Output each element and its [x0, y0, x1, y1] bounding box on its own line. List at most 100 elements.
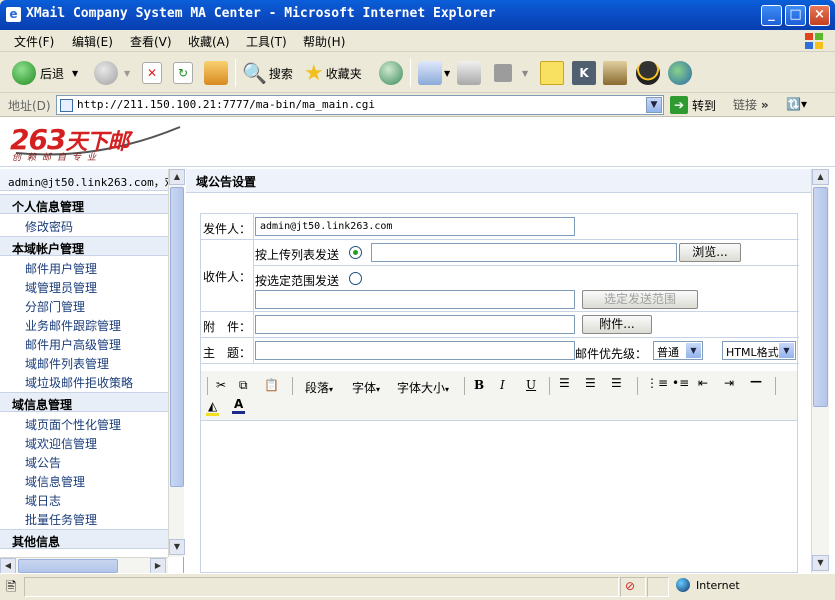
- sidebar-item-domain-admins[interactable]: 域管理员管理: [25, 279, 97, 296]
- menu-tools[interactable]: 工具(T): [246, 33, 287, 50]
- align-left-icon[interactable]: ☰: [559, 376, 570, 390]
- sidebar-item-domain-info[interactable]: 域信息管理: [25, 473, 85, 490]
- history-button[interactable]: [379, 60, 403, 86]
- bold-icon[interactable]: B: [474, 378, 484, 392]
- mail-button[interactable]: ▼: [418, 60, 450, 86]
- sidebar-item-domain-announcement[interactable]: 域公告: [25, 454, 61, 471]
- main-scroll-thumb[interactable]: [813, 187, 828, 407]
- back-arrow-icon: [12, 61, 36, 85]
- ordered-list-icon[interactable]: ⋮≡: [646, 376, 668, 390]
- editor-content-area[interactable]: [201, 422, 797, 572]
- radio-select-range[interactable]: [349, 272, 362, 285]
- edit-button[interactable]: ▼: [494, 60, 528, 86]
- radio-upload-list[interactable]: [349, 246, 362, 259]
- menu-file[interactable]: 文件(F): [14, 33, 54, 50]
- scroll-left-icon[interactable]: ◀: [0, 558, 16, 574]
- back-dropdown-icon[interactable]: ▼: [72, 69, 78, 78]
- menu-help[interactable]: 帮助(H): [303, 33, 345, 50]
- italic-icon[interactable]: I: [500, 378, 505, 392]
- address-dropdown-icon[interactable]: ▼: [646, 97, 662, 113]
- outdent-icon[interactable]: ⇤: [698, 376, 708, 390]
- sidebar-section-other[interactable]: 其他信息: [0, 529, 168, 549]
- cut-icon[interactable]: ✂: [216, 378, 226, 392]
- subject-field[interactable]: [255, 341, 575, 360]
- sender-field[interactable]: admin@jt50.link263.com: [255, 217, 575, 236]
- sidebar-item-mail-tracking[interactable]: 业务邮件跟踪管理: [25, 317, 121, 334]
- scroll-up-icon[interactable]: ▲: [169, 169, 185, 185]
- scroll-down-icon[interactable]: ▼: [812, 555, 829, 571]
- page-title: 域公告设置: [186, 169, 811, 193]
- favorites-button[interactable]: ★ 收藏夹: [304, 60, 362, 86]
- messenger-button[interactable]: [668, 60, 692, 86]
- mail-dropdown-icon[interactable]: ▼: [444, 69, 450, 78]
- sidebar-item-domain-log[interactable]: 域日志: [25, 492, 61, 509]
- sidebar-item-welcome-letter[interactable]: 域欢迎信管理: [25, 435, 97, 452]
- font-size-dropdown[interactable]: 字体大小▾: [397, 379, 449, 396]
- align-center-icon[interactable]: ☰: [585, 376, 596, 390]
- sidebar-item-mail-users[interactable]: 邮件用户管理: [25, 260, 97, 277]
- sidebar-item-mail-users-advanced[interactable]: 邮件用户高级管理: [25, 336, 121, 353]
- research-button[interactable]: [603, 60, 627, 86]
- refresh-button[interactable]: ↻: [173, 60, 193, 86]
- back-button[interactable]: 后退 ▼: [12, 60, 78, 86]
- menu-view[interactable]: 查看(V): [130, 33, 172, 50]
- home-button[interactable]: [204, 60, 228, 86]
- align-right-icon[interactable]: ☰: [611, 376, 622, 390]
- main-vertical-scrollbar[interactable]: ▲ ▼: [811, 169, 829, 573]
- sidebar-hscroll-thumb[interactable]: [18, 559, 118, 573]
- sidebar-section-domain-info[interactable]: 域信息管理: [0, 392, 168, 412]
- sidebar-scroll-thumb[interactable]: [170, 187, 184, 487]
- upload-file-field[interactable]: [371, 243, 677, 262]
- underline-icon[interactable]: U: [526, 378, 536, 392]
- kk-button[interactable]: K: [572, 60, 596, 86]
- close-button[interactable]: ×: [809, 5, 830, 26]
- sidebar-item-change-password[interactable]: 修改密码: [25, 218, 73, 235]
- browse-button[interactable]: 浏览...: [679, 243, 741, 262]
- paste-icon[interactable]: 📋: [264, 378, 279, 392]
- highlight-color-icon[interactable]: ◭: [206, 399, 220, 416]
- sidebar-item-spam-policy[interactable]: 域垃圾邮件拒收策略: [25, 374, 133, 391]
- priority-select[interactable]: 普通 ▼: [653, 341, 703, 360]
- scroll-up-icon[interactable]: ▲: [812, 169, 829, 185]
- go-button[interactable]: ➔ 转到: [670, 96, 716, 114]
- sidebar-section-personal[interactable]: 个人信息管理: [0, 194, 168, 214]
- address-input[interactable]: http://211.150.100.21:7777/ma-bin/ma_mai…: [56, 95, 664, 115]
- font-color-icon[interactable]: A: [232, 397, 246, 414]
- page-icon: [60, 99, 73, 112]
- attachment-button[interactable]: 附件...: [582, 315, 652, 334]
- window-title-bar[interactable]: e XMail Company System MA Center - Micro…: [0, 0, 835, 30]
- sidebar-horizontal-scrollbar[interactable]: ◀ ▶: [0, 557, 168, 574]
- minimize-button[interactable]: _: [761, 5, 782, 26]
- search-button[interactable]: 🔍 搜索: [242, 60, 293, 86]
- qq-button[interactable]: [636, 60, 660, 86]
- indent-icon[interactable]: ⇥: [724, 376, 734, 390]
- translate-icon[interactable]: 🔃▾: [786, 97, 807, 111]
- links-button[interactable]: 链接 »: [733, 96, 769, 113]
- horizontal-rule-icon[interactable]: —: [750, 374, 762, 388]
- font-dropdown[interactable]: 字体▾: [352, 379, 380, 396]
- forward-button[interactable]: ▼: [94, 60, 130, 86]
- print-button[interactable]: [457, 60, 481, 86]
- notes-button[interactable]: [540, 60, 564, 86]
- sidebar-item-page-personalization[interactable]: 域页面个性化管理: [25, 416, 121, 433]
- forward-dropdown-icon[interactable]: ▼: [124, 69, 130, 78]
- format-select[interactable]: HTML格式 ▼: [722, 341, 796, 360]
- menu-edit[interactable]: 编辑(E): [72, 33, 113, 50]
- range-field[interactable]: [255, 290, 575, 309]
- select-range-button[interactable]: 选定发送范围: [582, 290, 698, 309]
- sidebar-section-domain-accounts[interactable]: 本域帐户管理: [0, 236, 168, 256]
- sidebar-item-departments[interactable]: 分部门管理: [25, 298, 85, 315]
- stop-button[interactable]: ✕: [142, 60, 162, 86]
- sidebar-item-batch-tasks[interactable]: 批量任务管理: [25, 511, 97, 528]
- scroll-down-icon[interactable]: ▼: [169, 539, 185, 555]
- edit-dropdown-icon[interactable]: ▼: [522, 69, 528, 78]
- menu-favorites[interactable]: 收藏(A): [188, 33, 230, 50]
- copy-icon[interactable]: ⧉: [239, 378, 248, 393]
- sidebar-item-mailing-lists[interactable]: 域邮件列表管理: [25, 355, 109, 372]
- scroll-right-icon[interactable]: ▶: [150, 558, 166, 574]
- sidebar-vertical-scrollbar[interactable]: ▲ ▼: [168, 169, 185, 557]
- attachment-field[interactable]: [255, 315, 575, 334]
- paragraph-dropdown[interactable]: 段落▾: [305, 379, 333, 396]
- maximize-button[interactable]: □: [785, 5, 806, 26]
- unordered-list-icon[interactable]: •≡: [672, 376, 689, 390]
